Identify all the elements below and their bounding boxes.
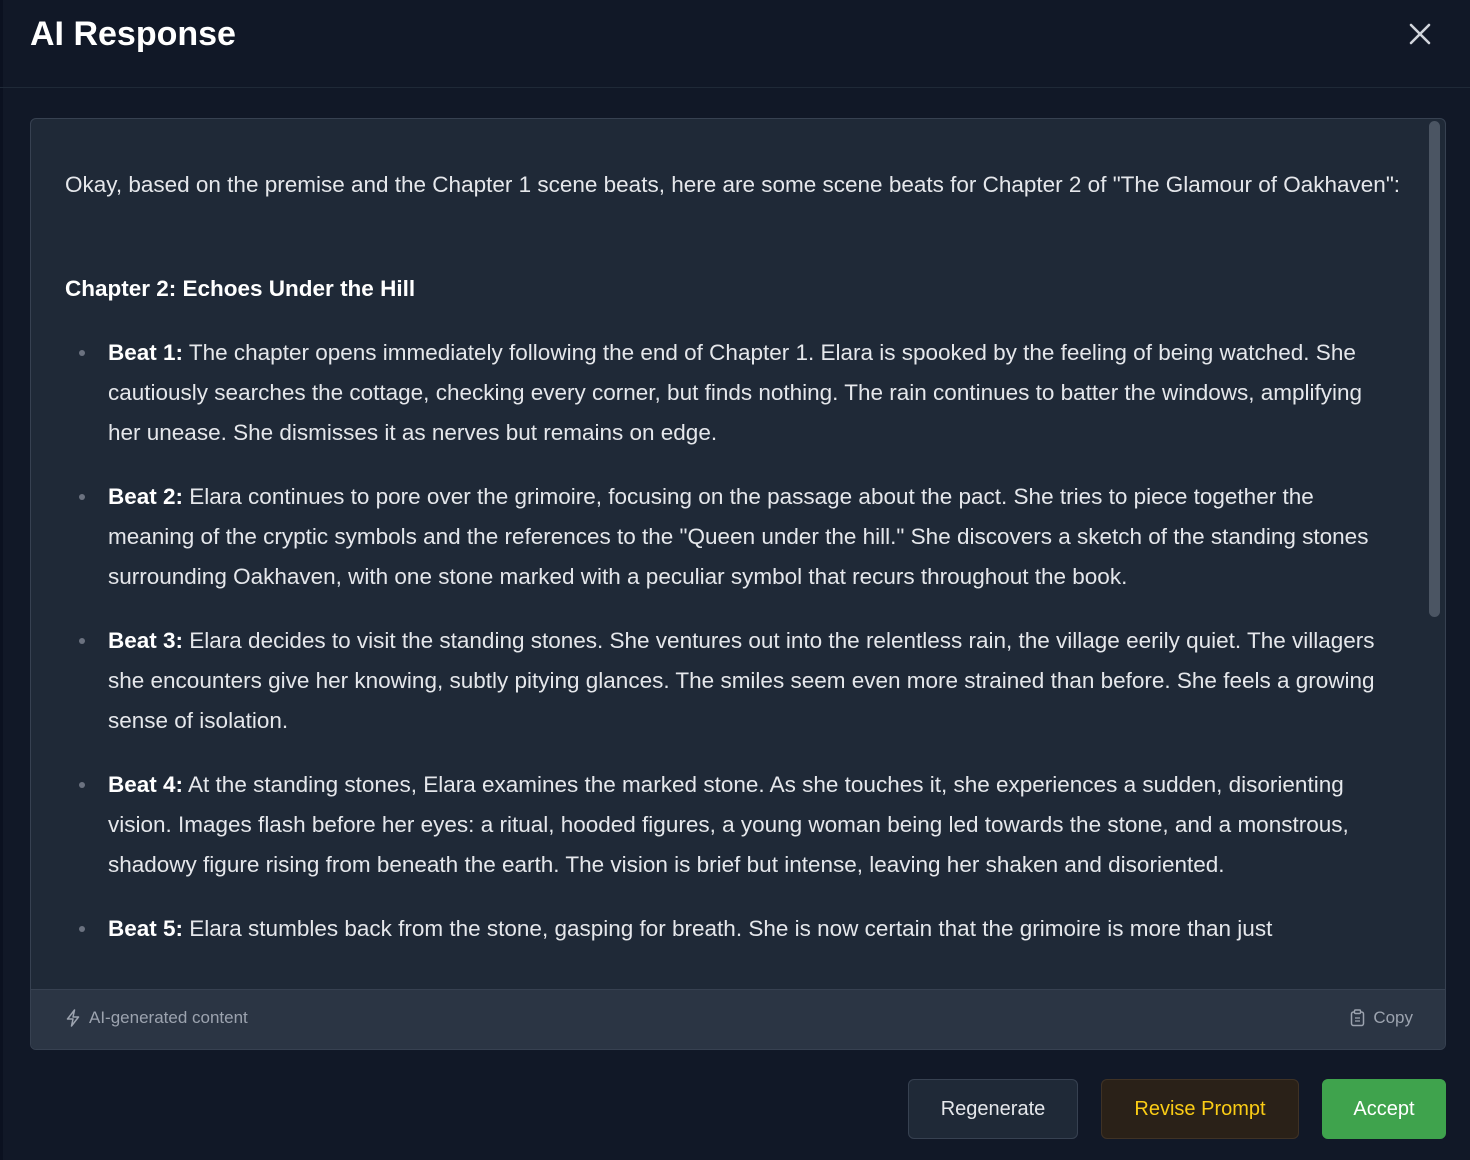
beat-text: Elara stumbles back from the stone, gasp… [183, 916, 1273, 941]
beat-item: Beat 2: Elara continues to pore over the… [31, 477, 1427, 597]
dialog-title: AI Response [30, 15, 236, 53]
beat-label: Beat 2: [108, 484, 184, 509]
bullet-icon [79, 926, 85, 932]
beat-label: Beat 4: [108, 772, 184, 797]
beat-text: At the standing stones, Elara examines t… [108, 772, 1349, 877]
beat-item: Beat 4: At the standing stones, Elara ex… [31, 765, 1427, 885]
scrollbar[interactable] [1425, 119, 1445, 989]
clipboard-icon [1351, 1009, 1365, 1027]
close-button[interactable] [1402, 16, 1438, 52]
dialog-header: AI Response [0, 0, 1470, 88]
beat-text: Elara continues to pore over the grimoir… [108, 484, 1369, 589]
ai-generated-tag: AI-generated content [65, 1008, 248, 1028]
response-intro: Okay, based on the premise and the Chapt… [65, 172, 1401, 197]
ai-generated-label: AI-generated content [89, 1008, 248, 1027]
backdrop-edge [0, 0, 3, 1160]
response-content[interactable]: Okay, based on the premise and the Chapt… [31, 119, 1427, 989]
chapter-heading: Chapter 2: Echoes Under the Hill [65, 276, 416, 301]
beat-text: The chapter opens immediately following … [108, 340, 1363, 445]
ai-response-dialog: AI Response Okay, based on the premise a… [0, 0, 1470, 1160]
beat-label: Beat 1: [108, 340, 184, 365]
beat-item: Beat 5: Elara stumbles back from the sto… [31, 909, 1427, 949]
bullet-icon [79, 494, 85, 500]
accept-button[interactable]: Accept [1322, 1079, 1446, 1139]
beat-item: Beat 1: The chapter opens immediately fo… [31, 333, 1427, 453]
beat-label: Beat 5: [108, 916, 184, 941]
copy-label: Copy [1373, 1008, 1413, 1027]
bullet-icon [79, 638, 85, 644]
beat-item: Beat 3: Elara decides to visit the stand… [31, 621, 1427, 741]
revise-prompt-button[interactable]: Revise Prompt [1101, 1079, 1299, 1139]
scrollbar-thumb[interactable] [1429, 121, 1440, 617]
beat-list: Beat 1: The chapter opens immediately fo… [31, 333, 1427, 973]
response-panel: Okay, based on the premise and the Chapt… [30, 118, 1446, 1050]
bullet-icon [79, 782, 85, 788]
regenerate-button[interactable]: Regenerate [908, 1079, 1078, 1139]
response-footer: AI-generated content Copy [31, 989, 1445, 1049]
beat-text: Elara decides to visit the standing ston… [108, 628, 1375, 733]
copy-button[interactable]: Copy [1350, 1008, 1413, 1028]
lightning-icon [66, 1009, 80, 1027]
bullet-icon [79, 350, 85, 356]
beat-label: Beat 3: [108, 628, 184, 653]
close-icon [1409, 23, 1431, 45]
